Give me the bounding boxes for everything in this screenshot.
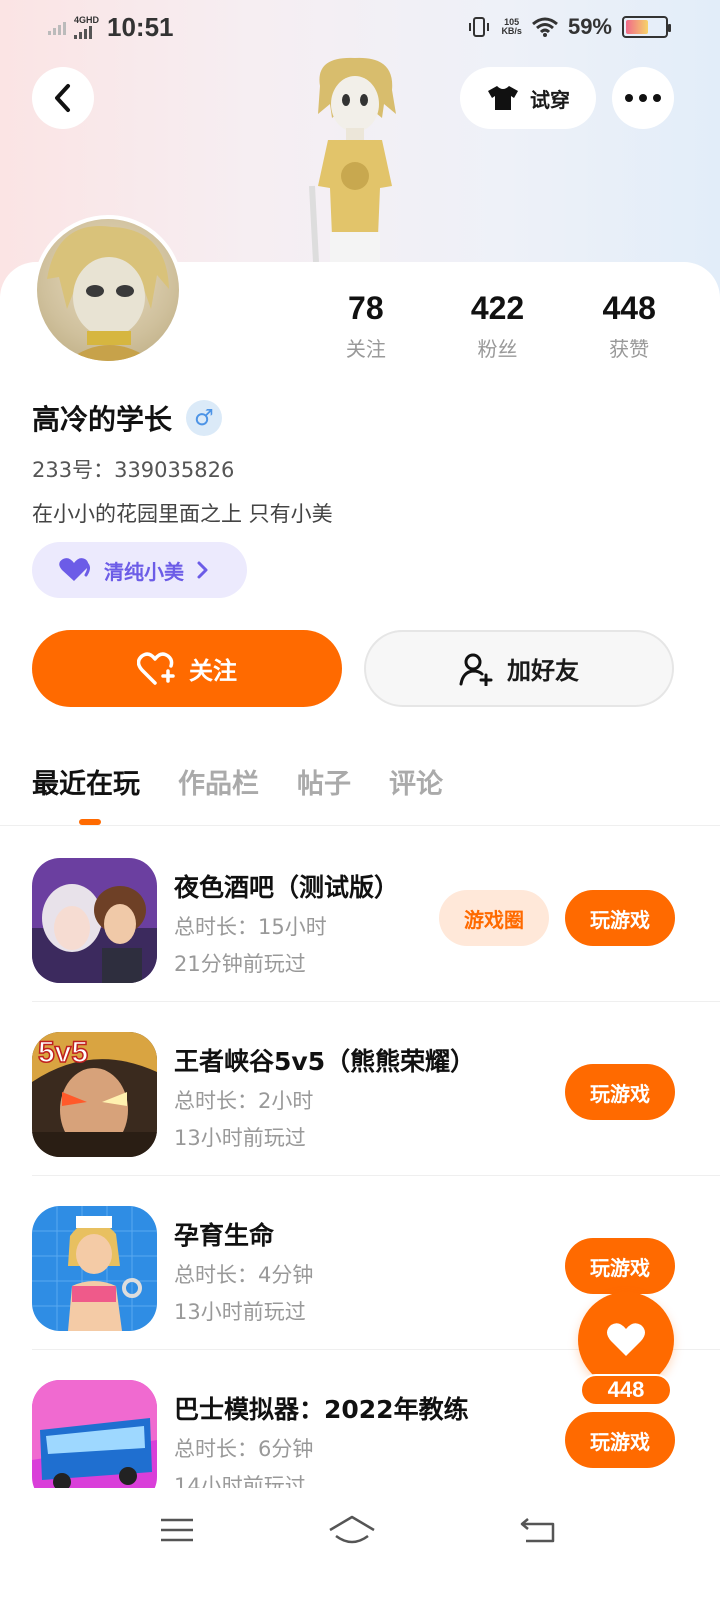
system-nav-bar [0, 1488, 720, 1600]
game-title: 王者峡谷5v5（熊熊荣耀） [174, 1047, 476, 1076]
game-row[interactable]: 夜色酒吧（测试版） 总时长：15小时 21分钟前玩过 游戏圈 玩游戏 [0, 828, 720, 1002]
user-bio: 在小小的花园里面之上 只有小美 [32, 502, 333, 526]
game-duration: 总时长：6分钟 [174, 1437, 314, 1461]
vibrate-icon [469, 17, 490, 37]
play-game-button[interactable]: 玩游戏 [565, 1064, 675, 1120]
menu-icon [161, 1518, 193, 1542]
tshirt-icon [488, 86, 518, 110]
tab-posts[interactable]: 帖子 [297, 762, 351, 801]
game-last-played: 13小时前玩过 [174, 1126, 306, 1150]
menu-button[interactable] [147, 1510, 207, 1550]
game-row[interactable]: 5v5 王者峡谷5v5（熊熊荣耀） 总时长：2小时 13小时前玩过 玩游戏 [0, 1002, 720, 1176]
username: 高冷的学长 [32, 403, 173, 436]
tryon-button[interactable]: 试穿 [460, 67, 596, 129]
wifi-icon [531, 17, 558, 37]
network-type: 4GHD [74, 16, 99, 39]
game-icon: 5v5 [32, 1032, 157, 1157]
tab-recently-played[interactable]: 最近在玩 [32, 762, 140, 801]
play-game-button[interactable]: 玩游戏 [565, 1412, 675, 1468]
more-button[interactable] [612, 67, 674, 129]
name-row: 高冷的学长 ♂ [32, 398, 223, 438]
avatar-image [47, 226, 169, 361]
avatar-figure [309, 57, 396, 263]
add-user-icon [459, 653, 493, 686]
back-nav-button[interactable] [508, 1510, 568, 1550]
tab-comments[interactable]: 评论 [389, 762, 443, 801]
play-game-button[interactable]: 玩游戏 [565, 1238, 675, 1294]
heart-plus-icon [137, 651, 175, 685]
game-title: 孕育生命 [174, 1221, 275, 1250]
game-title: 巴士模拟器：2022年教练 [174, 1395, 469, 1424]
game-icon [32, 1206, 157, 1331]
stat-following[interactable]: 78 关注 [300, 290, 432, 362]
more-dots-icon [625, 94, 661, 102]
stat-likes[interactable]: 448 获赞 [563, 290, 695, 362]
chevron-right-icon [197, 561, 208, 579]
chevron-left-icon [55, 84, 70, 112]
divider [0, 825, 720, 826]
game-last-played: 21分钟前玩过 [174, 952, 306, 976]
signal-weak-icon [48, 21, 66, 35]
user-id: 233号：339035826 [32, 458, 235, 482]
like-count: 448 [580, 1374, 672, 1406]
stat-followers[interactable]: 422 粉丝 [432, 290, 564, 362]
heart-icon [59, 558, 90, 581]
signal-icon [74, 25, 92, 39]
network-speed: 105 KB/s [501, 17, 522, 36]
game-icon [32, 1380, 157, 1488]
game-duration: 总时长：2小时 [174, 1089, 314, 1113]
battery-icon [622, 16, 671, 38]
battery-percent: 59% [567, 14, 612, 39]
profile-tag[interactable]: 清纯小美 [32, 542, 247, 598]
male-gender-icon: ♂ [186, 400, 223, 436]
game-last-played: 13小时前玩过 [174, 1300, 306, 1324]
home-button[interactable] [322, 1510, 382, 1550]
game-duration: 总时长：15小时 [174, 915, 327, 939]
play-game-button[interactable]: 玩游戏 [565, 890, 675, 946]
tab-works[interactable]: 作品栏 [178, 762, 259, 801]
status-bar: 4GHD 10:51 105 KB/s 59% [0, 0, 720, 56]
game-icon-label: 5v5 [38, 1036, 88, 1069]
heart-icon [607, 1323, 645, 1356]
avatar[interactable] [33, 215, 183, 365]
back-icon [520, 1518, 555, 1543]
profile-stats: 78 关注 422 粉丝 448 获赞 [300, 290, 695, 362]
add-friend-button[interactable]: 加好友 [364, 630, 674, 707]
game-circle-button[interactable]: 游戏圈 [439, 890, 549, 946]
clock: 10:51 [107, 12, 174, 42]
game-last-played: 14小时前玩过 [174, 1474, 306, 1488]
home-icon [329, 1515, 375, 1544]
profile-tabs: 最近在玩 作品栏 帖子 评论 [32, 762, 443, 801]
follow-button[interactable]: 关注 [32, 630, 342, 707]
back-button[interactable] [32, 67, 94, 129]
game-icon [32, 858, 157, 983]
game-title: 夜色酒吧（测试版） [174, 873, 400, 902]
game-duration: 总时长：4分钟 [174, 1263, 314, 1287]
